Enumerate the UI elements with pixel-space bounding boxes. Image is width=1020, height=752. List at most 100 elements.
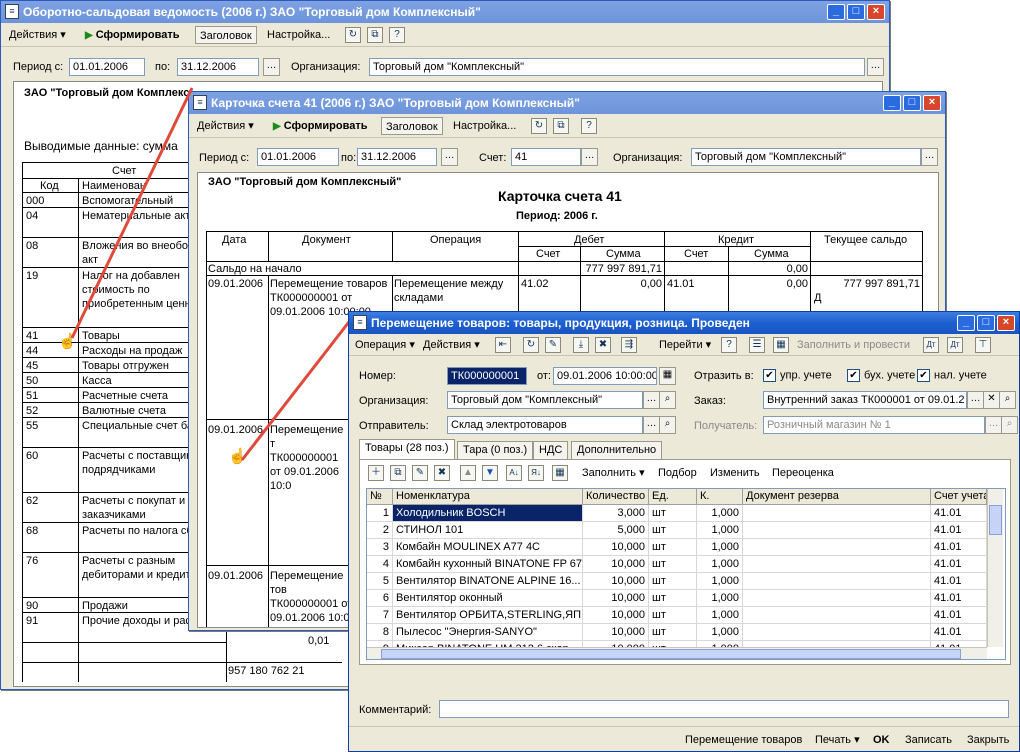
goods-cell-k[interactable]: 1,000: [697, 607, 743, 624]
goods-cell-res[interactable]: [743, 505, 931, 522]
goods-cell-name[interactable]: Вентилятор BINATONE ALPINE 16...: [393, 573, 583, 590]
goods-cell-name[interactable]: Комбайн кухонный BINATONE FP 67: [393, 556, 583, 573]
goods-cell-qty[interactable]: 3,000: [583, 505, 649, 522]
number-field[interactable]: ТК000000001: [447, 367, 527, 385]
goods-cell-acc[interactable]: 41.01: [931, 539, 987, 556]
goods-cell-name[interactable]: Комбайн MOULINEX A77 4C: [393, 539, 583, 556]
refresh-icon[interactable]: ↻: [523, 337, 539, 353]
goods-cell-unit[interactable]: шт: [649, 539, 697, 556]
close-button[interactable]: ×: [997, 315, 1015, 331]
table-icon[interactable]: ▦: [552, 465, 568, 481]
goods-cell-acc[interactable]: 41.01: [931, 573, 987, 590]
goods-cell-qty[interactable]: 10,000: [583, 573, 649, 590]
goods-cell-n[interactable]: 6: [367, 590, 393, 607]
tab-goods[interactable]: Товары (28 поз.): [359, 439, 455, 459]
goods-cell-res[interactable]: [743, 539, 931, 556]
goods-cell-unit[interactable]: шт: [649, 590, 697, 607]
vertical-scrollbar[interactable]: [987, 489, 1003, 647]
goods-cell-unit[interactable]: шт: [649, 522, 697, 539]
sort-desc-icon[interactable]: Я↓: [528, 465, 544, 481]
col-header-n[interactable]: №: [367, 489, 393, 505]
goods-cell-res[interactable]: [743, 522, 931, 539]
goods-cell-qty[interactable]: 5,000: [583, 522, 649, 539]
goods-cell-acc[interactable]: 41.01: [931, 556, 987, 573]
order-clear-button[interactable]: ✕: [983, 391, 1000, 409]
goods-cell-n[interactable]: 8: [367, 624, 393, 641]
col-header-qty[interactable]: Количество: [583, 489, 649, 505]
print-form-button[interactable]: Перемещение товаров: [681, 731, 806, 749]
org-search-button[interactable]: ⌕: [659, 391, 676, 409]
goods-cell-qty[interactable]: 10,000: [583, 590, 649, 607]
goods-cell-k[interactable]: 1,000: [697, 539, 743, 556]
minimize-button[interactable]: _: [957, 315, 975, 331]
structure-icon[interactable]: ⇶: [621, 337, 637, 353]
goods-cell-res[interactable]: [743, 590, 931, 607]
col-header-item[interactable]: Номенклатура: [393, 489, 583, 505]
delete-row-icon[interactable]: ✖: [434, 465, 450, 481]
sender-search-button[interactable]: ⌕: [659, 416, 676, 434]
pick-button[interactable]: Подбор: [654, 464, 701, 482]
scroll-thumb[interactable]: [381, 649, 961, 659]
dt-kt-icon[interactable]: Дт: [923, 337, 939, 353]
goods-cell-acc[interactable]: 41.01: [931, 624, 987, 641]
receiver-select-button[interactable]: …: [985, 416, 1002, 434]
goods-cell-unit[interactable]: шт: [649, 624, 697, 641]
operation-menu[interactable]: Операция ▾: [351, 336, 419, 354]
list-icon[interactable]: ☰: [749, 337, 765, 353]
revaluation-button[interactable]: Переоценка: [768, 464, 838, 482]
col-header-account[interactable]: Счет учета: [931, 489, 987, 505]
goods-cell-res[interactable]: [743, 556, 931, 573]
goods-cell-acc[interactable]: 41.01: [931, 522, 987, 539]
goods-cell-name[interactable]: Вентилятор ОРБИТА,STERLING,ЯП...: [393, 607, 583, 624]
help-button[interactable]: ?: [721, 337, 737, 353]
date-field[interactable]: 09.01.2006 10:00:00: [553, 367, 657, 385]
tab-containers[interactable]: Тара (0 поз.): [457, 441, 534, 459]
fill-and-post-button[interactable]: Заполнить и провести: [793, 336, 914, 354]
order-select-button[interactable]: …: [967, 391, 984, 409]
goods-cell-qty[interactable]: 10,000: [583, 539, 649, 556]
horizontal-scrollbar[interactable]: [367, 647, 987, 659]
goods-cell-unit[interactable]: шт: [649, 573, 697, 590]
calendar-button[interactable]: ▦: [659, 367, 676, 385]
sender-select-button[interactable]: …: [643, 416, 660, 434]
maximize-button[interactable]: □: [977, 315, 995, 331]
goods-cell-name[interactable]: СТИНОЛ 101: [393, 522, 583, 539]
org-select-button[interactable]: …: [643, 391, 660, 409]
save-button[interactable]: Записать: [901, 731, 956, 749]
goods-cell-qty[interactable]: 10,000: [583, 624, 649, 641]
order-search-button[interactable]: ⌕: [999, 391, 1016, 409]
goods-cell-k[interactable]: 1,000: [697, 573, 743, 590]
move-down-icon[interactable]: ▼: [482, 465, 498, 481]
receiver-field[interactable]: Розничный магазин № 1: [763, 416, 985, 434]
goto-menu[interactable]: Перейти ▾: [655, 336, 715, 354]
reflect-upr-checkbox[interactable]: ✔ упр. учете: [763, 369, 832, 382]
col-header-coef[interactable]: К.: [697, 489, 743, 505]
change-button[interactable]: Изменить: [706, 464, 764, 482]
goods-cell-k[interactable]: 1,000: [697, 556, 743, 573]
goods-cell-n[interactable]: 7: [367, 607, 393, 624]
post-icon[interactable]: ⤓: [573, 337, 589, 353]
sort-asc-icon[interactable]: A↓: [506, 465, 522, 481]
reflect-buh-checkbox[interactable]: ✔ бух. учете: [847, 369, 915, 382]
copy-row-icon[interactable]: ⧉: [390, 465, 406, 481]
close-button[interactable]: Закрыть: [963, 731, 1013, 749]
goods-cell-name[interactable]: Холодильник BOSCH: [393, 505, 583, 522]
move-icon[interactable]: ⇤: [495, 337, 511, 353]
goods-cell-res[interactable]: [743, 607, 931, 624]
goods-cell-acc[interactable]: 41.01: [931, 590, 987, 607]
edit-row-icon[interactable]: ✎: [412, 465, 428, 481]
goods-cell-n[interactable]: 5: [367, 573, 393, 590]
goods-cell-qty[interactable]: 10,000: [583, 556, 649, 573]
edit-icon[interactable]: ✎: [545, 337, 561, 353]
print-menu[interactable]: Печать ▾: [811, 731, 864, 749]
grid-icon[interactable]: ▦: [773, 337, 789, 353]
tab-additional[interactable]: Дополнительно: [571, 441, 663, 459]
unpost-icon[interactable]: ✖: [595, 337, 611, 353]
goods-cell-unit[interactable]: шт: [649, 607, 697, 624]
move-up-icon[interactable]: ▲: [460, 465, 476, 481]
goods-cell-k[interactable]: 1,000: [697, 624, 743, 641]
goods-cell-name[interactable]: Вентилятор оконный: [393, 590, 583, 607]
col-header-unit[interactable]: Ед.: [649, 489, 697, 505]
scroll-thumb[interactable]: [989, 505, 1002, 535]
goods-cell-k[interactable]: 1,000: [697, 505, 743, 522]
